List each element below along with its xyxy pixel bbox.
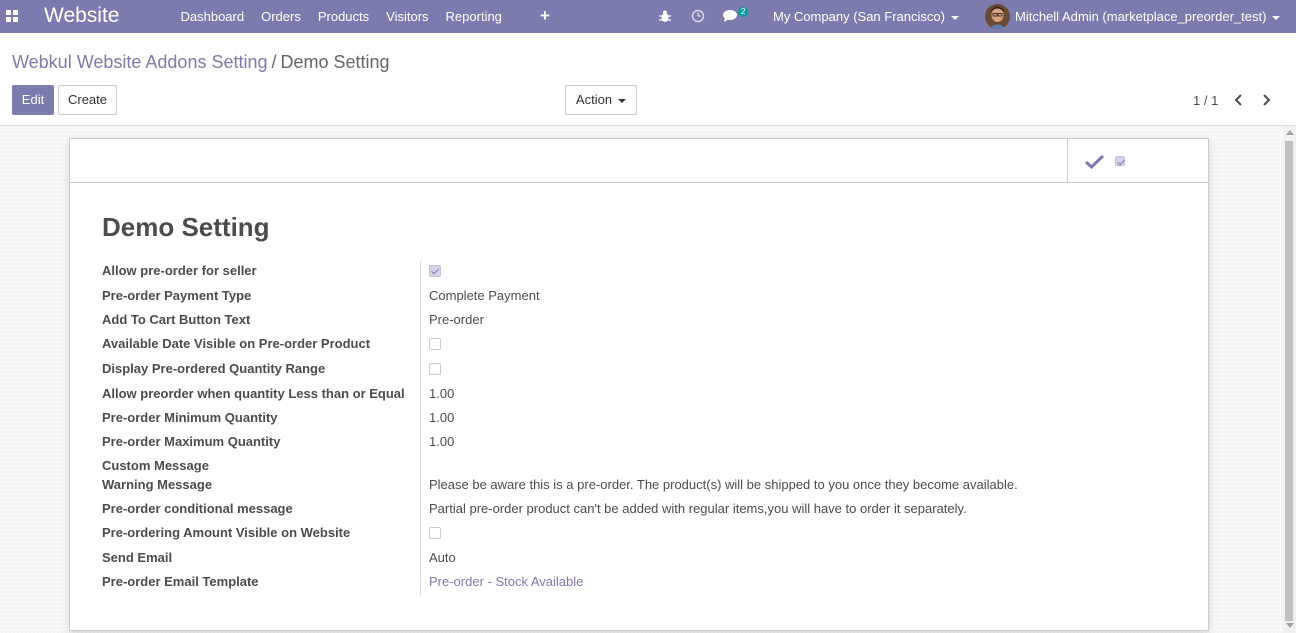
field-label: Pre-order Maximum Quantity [102, 434, 281, 449]
field-label: Pre-order Payment Type [102, 288, 252, 303]
field-row-send-email: Send Email Auto [102, 550, 1182, 570]
record-title: Demo Setting [102, 212, 270, 242]
field-row-cart-button-text: Add To Cart Button Text Pre-order [102, 312, 1182, 332]
chevron-down-icon [1272, 15, 1281, 20]
field-label: Pre-order Minimum Quantity [102, 410, 278, 425]
field-row-available-date-visible: Available Date Visible on Pre-order Prod… [102, 336, 1182, 356]
edit-button[interactable]: Edit [12, 85, 54, 115]
company-switcher[interactable]: My Company (San Francisco) [773, 0, 959, 33]
breadcrumb: Webkul Website Addons Setting / Demo Setti… [12, 52, 390, 73]
field-value: Please be aware this is a pre-order. The… [429, 477, 1018, 492]
field-row-payment-type: Pre-order Payment Type Complete Payment [102, 288, 1182, 308]
field-label: Pre-order Email Template [102, 574, 259, 589]
field-row-display-qty-range: Display Pre-ordered Quantity Range [102, 361, 1182, 381]
app-brand[interactable]: Website [44, 4, 119, 28]
company-name: My Company (San Francisco) [773, 9, 945, 24]
form-sheet: Demo Setting Allow pre-order for seller P… [69, 138, 1209, 631]
field-label: Available Date Visible on Pre-order Prod… [102, 336, 371, 351]
form-view: Demo Setting Allow pre-order for seller P… [0, 126, 1296, 633]
user-menu[interactable]: Mitchell Admin (marketplace_preorder_tes… [1015, 0, 1281, 33]
field-label: Allow preorder when quantity Less than o… [102, 386, 405, 401]
vertical-scrollbar[interactable] [1283, 126, 1296, 633]
action-dropdown[interactable]: Action [565, 85, 637, 115]
field-label: Send Email [102, 550, 173, 565]
main-menu: Dashboard Orders Products Visitors Repor… [172, 0, 510, 33]
field-value: Partial pre-order product can't be added… [429, 501, 967, 516]
check-icon [1085, 154, 1104, 169]
breadcrumb-parent[interactable]: Webkul Website Addons Setting [12, 52, 268, 72]
field-row-allow-preorder-seller: Allow pre-order for seller [102, 263, 1182, 283]
field-label: Add To Cart Button Text [102, 312, 251, 327]
scrollbar-thumb[interactable] [1285, 141, 1293, 621]
menu-item-orders[interactable]: Orders [253, 0, 310, 33]
field-row-email-template: Pre-order Email Template Pre-order - Stoc… [102, 574, 1182, 594]
field-row-warning-message: Warning Message Please be aware this is a… [102, 477, 1182, 497]
action-label: Action [575, 92, 613, 107]
scroll-up-icon[interactable] [1286, 130, 1294, 135]
clock-icon[interactable] [691, 9, 705, 23]
field-label: Custom Message [102, 458, 209, 473]
field-label: Display Pre-ordered Quantity Range [102, 361, 326, 376]
field-row-max-qty: Pre-order Maximum Quantity 1.00 [102, 434, 1182, 454]
menu-item-dashboard[interactable]: Dashboard [172, 0, 253, 33]
chevron-right-icon[interactable] [1258, 92, 1274, 108]
plus-icon[interactable]: + [540, 6, 550, 26]
chevron-down-icon [618, 98, 627, 103]
pager-value[interactable]: 1 / 1 [1193, 93, 1218, 108]
field-checkbox[interactable] [429, 338, 441, 350]
breadcrumb-separator: / [271, 52, 277, 72]
active-checkbox[interactable] [1115, 156, 1125, 166]
field-row-min-qty: Pre-order Minimum Quantity 1.00 [102, 410, 1182, 430]
apps-grid-icon[interactable] [6, 10, 18, 22]
field-value: 1.00 [429, 410, 455, 425]
field-value: Auto [429, 550, 456, 565]
field-row-custom-message: Custom Message [102, 458, 1182, 478]
field-value: Complete Payment [429, 288, 540, 303]
bug-icon[interactable] [659, 10, 671, 23]
field-row-allow-preorder-qty: Allow preorder when quantity Less than o… [102, 386, 1182, 406]
breadcrumb-current: Demo Setting [280, 52, 390, 72]
field-value: 1.00 [429, 386, 455, 401]
field-label: Pre-ordering Amount Visible on Website [102, 525, 351, 540]
chevron-left-icon[interactable] [1231, 92, 1247, 108]
field-value: Pre-order [429, 312, 484, 327]
menu-item-reporting[interactable]: Reporting [437, 0, 510, 33]
avatar[interactable] [985, 4, 1010, 29]
field-checkbox[interactable] [429, 363, 441, 375]
chevron-down-icon [950, 15, 959, 20]
field-checkbox[interactable] [429, 265, 441, 277]
field-checkbox[interactable] [429, 527, 441, 539]
field-link[interactable]: Pre-order - Stock Available [429, 574, 583, 589]
menu-item-visitors[interactable]: Visitors [378, 0, 437, 33]
scroll-down-icon[interactable] [1286, 623, 1294, 628]
user-name: Mitchell Admin (marketplace_preorder_tes… [1015, 9, 1267, 24]
field-value: 1.00 [429, 434, 455, 449]
field-row-amount-visible: Pre-ordering Amount Visible on Website [102, 525, 1182, 545]
top-navbar: Website Dashboard Orders Products Visito… [0, 0, 1296, 33]
field-label: Allow pre-order for seller [102, 263, 257, 278]
field-label: Warning Message [102, 477, 213, 492]
field-row-conditional-message: Pre-order conditional message Partial pre… [102, 501, 1182, 521]
button-box [70, 139, 1208, 183]
field-label: Pre-order conditional message [102, 501, 293, 516]
create-button[interactable]: Create [58, 85, 117, 115]
menu-item-products[interactable]: Products [309, 0, 377, 33]
active-toggle-button[interactable] [1067, 139, 1208, 182]
messages-count-badge: 2 [738, 7, 749, 17]
